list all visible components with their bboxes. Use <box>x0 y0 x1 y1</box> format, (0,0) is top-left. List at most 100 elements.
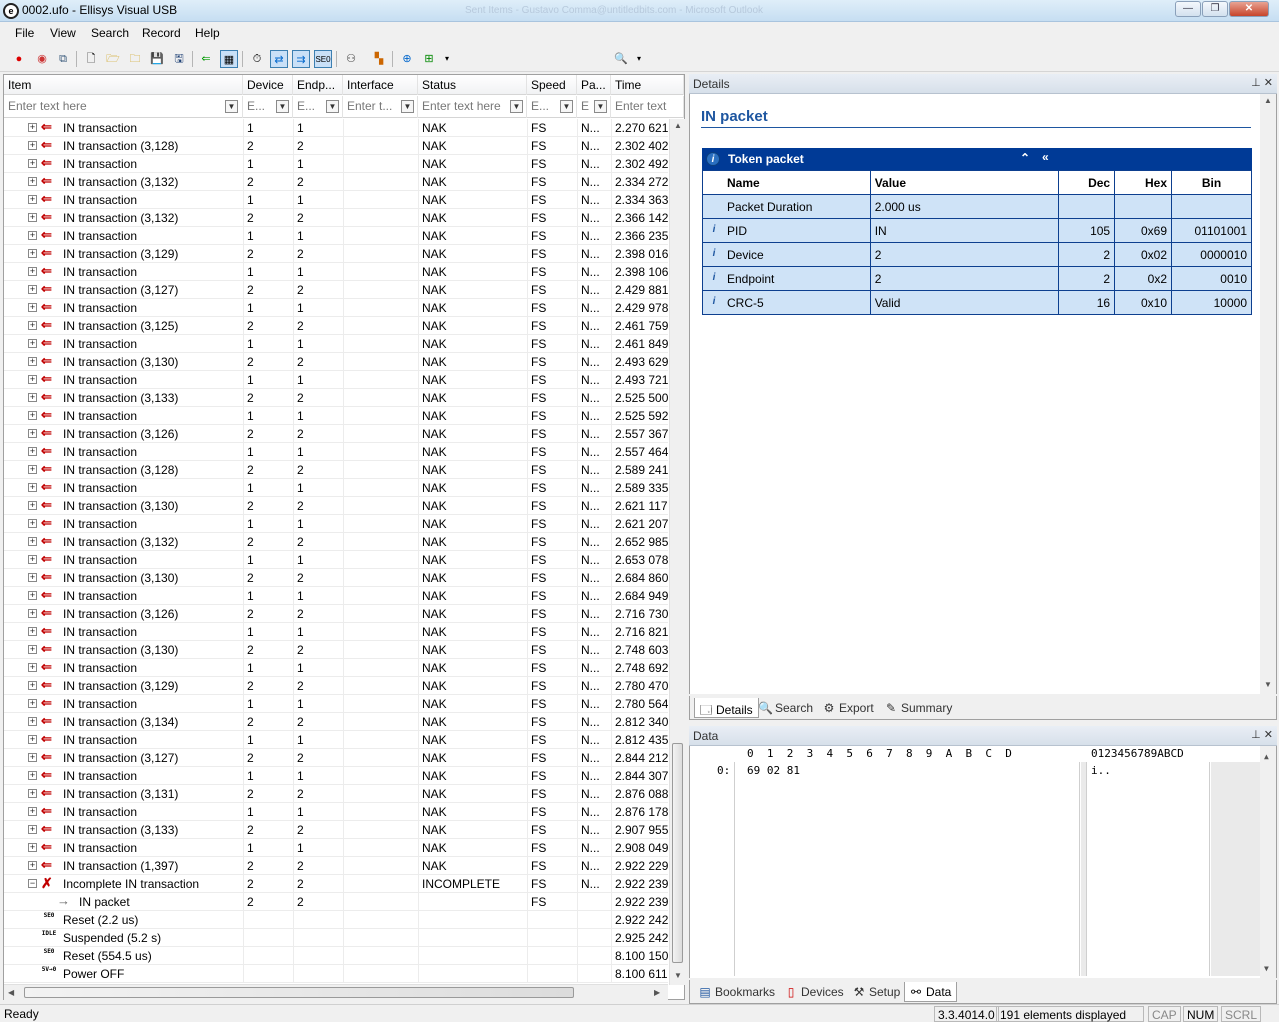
table-row[interactable]: + ⇐ IN transaction 1 1 NAK FS N... 2.429 978 <box>4 299 668 317</box>
table-row[interactable]: + ⇐ IN transaction (3,130) 2 2 NAK FS N... 2.621… <box>4 497 668 515</box>
token-packet-section-header[interactable]: i Token packet ⌃ « <box>702 148 1252 170</box>
vertical-scrollbar[interactable]: ▲ ▼ <box>669 119 685 985</box>
scroll-down-icon[interactable]: ▼ <box>1264 964 1269 973</box>
expand-icon[interactable]: + <box>28 843 37 852</box>
column-header-interface[interactable]: Interface <box>343 75 418 95</box>
transfer-in-icon[interactable]: ⇉ <box>292 50 310 68</box>
menu-view[interactable]: View <box>50 26 76 40</box>
table-row[interactable]: + ⇐ IN transaction (3,133) 2 2 NAK FS N... 2.907… <box>4 821 668 839</box>
table-row[interactable]: + ⇐ IN transaction (3,132) 2 2 NAK FS N... 2.334… <box>4 173 668 191</box>
expand-icon[interactable]: + <box>28 627 37 636</box>
table-row[interactable]: + ⇐ IN transaction (1,397) 2 2 NAK FS N... 2.922… <box>4 857 668 875</box>
table-row[interactable]: + ⇐ IN transaction (3,127) 2 2 NAK FS N... 2.844… <box>4 749 668 767</box>
table-row[interactable]: + ⇐ IN transaction 1 1 NAK FS N... 2.461 849 <box>4 335 668 353</box>
record-options-icon[interactable]: ◉ <box>33 50 51 68</box>
scroll-up-icon[interactable]: ▲ <box>674 121 682 130</box>
table-row[interactable]: + ⇐ IN transaction 1 1 NAK FS N... 2.812 435 <box>4 731 668 749</box>
filter-icon[interactable]: ▼ <box>326 100 339 113</box>
table-row[interactable]: + ⇐ IN transaction 1 1 NAK FS N... 2.908 049 <box>4 839 668 857</box>
table-row[interactable]: + ⇐ IN transaction (3,129) 2 2 NAK FS N... 2.780… <box>4 677 668 695</box>
token-field-row[interactable]: i Device 2 2 0x02 0000010 <box>702 242 1252 267</box>
menu-record[interactable]: Record <box>142 26 181 40</box>
scroll-right-icon[interactable]: ▶ <box>654 988 660 997</box>
token-field-row[interactable]: i Endpoint 2 2 0x2 0010 <box>702 266 1252 291</box>
expand-icon[interactable]: + <box>28 807 37 816</box>
expand-icon[interactable]: + <box>28 231 37 240</box>
table-row[interactable]: + ⇐ IN transaction 1 1 NAK FS N... 2.270 621 <box>4 119 668 137</box>
expand-icon[interactable]: + <box>28 393 37 402</box>
table-row[interactable]: + ⇐ IN transaction (3,125) 2 2 NAK FS N... 2.461… <box>4 317 668 335</box>
expand-icon[interactable]: + <box>28 825 37 834</box>
table-row[interactable]: SE0 Reset (2.2 us) 2.922 242 <box>4 911 668 929</box>
filter-icon[interactable]: ▼ <box>276 100 289 113</box>
expand-icon[interactable]: + <box>28 483 37 492</box>
menu-help[interactable]: Help <box>195 26 220 40</box>
binoculars-icon[interactable]: ⚇ <box>342 50 360 68</box>
table-row[interactable]: + ⇐ IN transaction (3,126) 2 2 NAK FS N... 2.716… <box>4 605 668 623</box>
horizontal-scrollbar-thumb[interactable] <box>24 987 574 998</box>
column-header-time[interactable]: Time <box>611 75 684 95</box>
table-row[interactable]: + ⇐ IN transaction (3,130) 2 2 NAK FS N... 2.748… <box>4 641 668 659</box>
timer-icon[interactable]: ⏱ <box>248 50 266 68</box>
expand-icon[interactable]: + <box>28 303 37 312</box>
search-icon[interactable]: 🔍 <box>612 50 630 68</box>
scroll-up-icon[interactable]: ▲ <box>1264 752 1269 761</box>
filter-time-input[interactable]: Enter text <box>611 96 684 118</box>
new-file-icon[interactable]: 🗋 <box>82 50 100 68</box>
table-row[interactable]: + ⇐ IN transaction 1 1 NAK FS N... 2.557 464 <box>4 443 668 461</box>
scroll-down-icon[interactable]: ▼ <box>1264 680 1272 689</box>
table-row[interactable]: + ⇐ IN transaction (3,132) 2 2 NAK FS N... 2.366… <box>4 209 668 227</box>
table-row[interactable]: + ⇐ IN transaction (3,128) 2 2 NAK FS N... 2.589… <box>4 461 668 479</box>
scrollbar-thumb[interactable] <box>672 743 683 963</box>
tab-bookmarks[interactable]: ▤ Bookmarks <box>694 982 780 1002</box>
save-icon[interactable]: 💾 <box>148 50 166 68</box>
table-row[interactable]: + ⇐ IN transaction 1 1 NAK FS N... 2.366 235 <box>4 227 668 245</box>
collapse-icon[interactable]: − <box>28 879 37 888</box>
table-row[interactable]: + ⇐ IN transaction 1 1 NAK FS N... 2.398 106 <box>4 263 668 281</box>
table-row[interactable]: + ⇐ IN transaction 1 1 NAK FS N... 2.780 564 <box>4 695 668 713</box>
tab-export[interactable]: ⚙ Export <box>818 698 879 718</box>
token-field-row[interactable]: i PID IN 105 0x69 01101001 <box>702 218 1252 243</box>
table-row[interactable]: + ⇐ IN transaction (3,128) 2 2 NAK FS N... 2.302… <box>4 137 668 155</box>
expand-icon[interactable]: + <box>28 753 37 762</box>
expand-icon[interactable]: + <box>28 357 37 366</box>
column-header-device[interactable]: Device <box>243 75 293 95</box>
details-scrollbar[interactable]: ▲ ▼ <box>1260 94 1276 694</box>
table-row[interactable]: + ⇐ IN transaction 1 1 NAK FS N... 2.716 821 <box>4 623 668 641</box>
scroll-up-icon[interactable]: ▲ <box>1264 96 1272 105</box>
expand-icon[interactable]: + <box>28 267 37 276</box>
table-row[interactable]: + ⇐ IN transaction (3,134) 2 2 NAK FS N... 2.812… <box>4 713 668 731</box>
column-header-status[interactable]: Status <box>418 75 527 95</box>
stop-icon[interactable]: ⧉ <box>54 50 72 68</box>
expand-icon[interactable]: + <box>28 285 37 294</box>
table-row[interactable]: + ⇐ IN transaction (3,131) 2 2 NAK FS N... 2.876… <box>4 785 668 803</box>
colors-icon[interactable]: ▚ <box>370 50 388 68</box>
table-row[interactable]: + ⇐ IN transaction 1 1 NAK FS N... 2.334 363 <box>4 191 668 209</box>
view-mode-icon[interactable]: ▦ <box>220 50 238 68</box>
table-row[interactable]: + ⇐ IN transaction (3,129) 2 2 NAK FS N... 2.398… <box>4 245 668 263</box>
expand-icon[interactable]: + <box>28 195 37 204</box>
table-row[interactable]: + ⇐ IN transaction 1 1 NAK FS N... 2.653 078 <box>4 551 668 569</box>
hex-bytes-area[interactable]: 69 02 81 <box>734 762 1080 976</box>
table-row[interactable]: + ⇐ IN transaction (3,127) 2 2 NAK FS N... 2.429… <box>4 281 668 299</box>
expand-icon[interactable]: + <box>28 321 37 330</box>
expand-icon[interactable]: + <box>28 537 37 546</box>
column-header-payload[interactable]: Pa... <box>577 75 611 95</box>
table-row[interactable]: + ⇐ IN transaction 1 1 NAK FS N... 2.302 492 <box>4 155 668 173</box>
tab-devices[interactable]: ▯ Devices <box>780 982 849 1002</box>
expand-icon[interactable]: + <box>28 411 37 420</box>
tab-details[interactable]: 🗔 Details <box>694 698 759 718</box>
open-recent-icon[interactable]: 🗀 <box>126 50 144 68</box>
transfer-out-icon[interactable]: ⇄ <box>270 50 288 68</box>
pane-pin-close-icons[interactable]: ⊥ ✕ <box>1251 728 1273 741</box>
minimize-button[interactable]: — <box>1175 1 1201 17</box>
table-row[interactable]: + ⇐ IN transaction (3,130) 2 2 NAK FS N... 2.493… <box>4 353 668 371</box>
filter-icon[interactable]: ▼ <box>225 100 238 113</box>
expand-icon[interactable]: + <box>28 501 37 510</box>
back-icon[interactable]: ⇐ <box>197 50 215 68</box>
expand-icon[interactable]: + <box>28 735 37 744</box>
double-chevron-left-icon[interactable]: « <box>1042 150 1049 164</box>
table-row[interactable]: + ⇐ IN transaction 1 1 NAK FS N... 2.589 335 <box>4 479 668 497</box>
save-as-icon[interactable]: 🖫 <box>170 50 188 68</box>
table-row[interactable]: + ⇐ IN transaction 1 1 NAK FS N... 2.525 592 <box>4 407 668 425</box>
